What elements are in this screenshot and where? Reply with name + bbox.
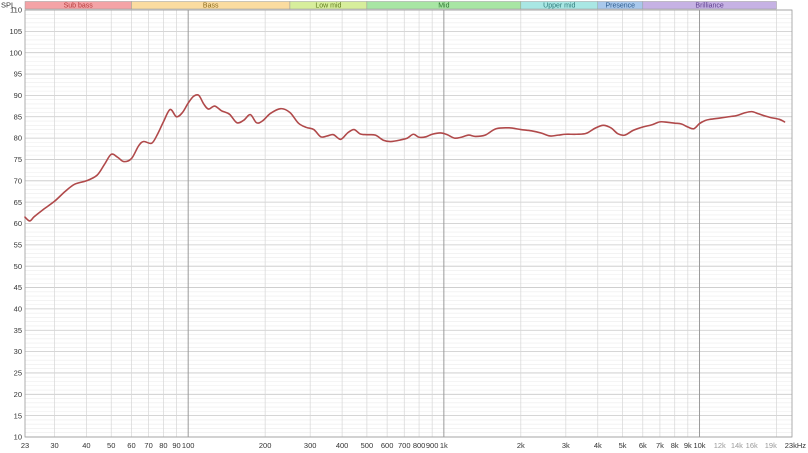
y-tick-label: 75 [14, 155, 22, 164]
x-tick-label: 12k [714, 441, 726, 450]
x-tick-label: 70 [144, 441, 152, 450]
y-tick-label: 95 [14, 70, 22, 79]
y-tick-label: 90 [14, 91, 22, 100]
x-axis-ticks: 23 30 40 50 60 70 80 90 100 200 300 400 500 600 700 800… [21, 441, 806, 450]
band-label: Sub bass [64, 3, 94, 10]
x-tick-label: 500 [361, 441, 374, 450]
x-tick-label: 200 [259, 441, 272, 450]
y-tick-label: 65 [14, 198, 22, 207]
x-tick-label: 10k [693, 441, 705, 450]
x-tick-label: 80 [159, 441, 167, 450]
x-tick-label: 14k [731, 441, 743, 450]
frequency-bands: Sub bass Bass Low mid Mid Upper mid Presence B… [24, 1, 777, 10]
y-tick-label: 40 [14, 305, 22, 314]
y-tick-label: 85 [14, 112, 22, 121]
y-tick-label: 105 [9, 27, 22, 36]
x-tick-label: 23kHz [785, 441, 807, 450]
band-label: Bass [203, 3, 219, 10]
x-tick-label: 50 [107, 441, 115, 450]
band-label: Low mid [315, 3, 341, 10]
x-tick-label: 100 [182, 441, 195, 450]
x-tick-label: 1k [440, 441, 448, 450]
y-tick-label: 60 [14, 219, 22, 228]
x-tick-label: 8k [671, 441, 679, 450]
x-tick-label: 2k [517, 441, 525, 450]
x-tick-label: 6k [639, 441, 647, 450]
y-tick-label: 20 [14, 390, 22, 399]
x-tick-label: 400 [336, 441, 349, 450]
y-tick-label: 30 [14, 347, 22, 356]
y-tick-label: 80 [14, 134, 22, 143]
y-axis-label: SPL [1, 1, 15, 10]
y-tick-label: 35 [14, 326, 22, 335]
band-label: Upper mid [543, 3, 575, 10]
y-tick-label: 50 [14, 262, 22, 271]
x-tick-label: 16k [746, 441, 758, 450]
grid [24, 9, 793, 438]
x-tick-label: 800 [413, 441, 426, 450]
band-label: Brilliance [695, 3, 724, 10]
x-tick-label: 900 [426, 441, 439, 450]
y-tick-label: 100 [9, 48, 22, 57]
y-tick-label: 25 [14, 369, 22, 378]
x-tick-label: 5k [619, 441, 627, 450]
x-tick-label: 4k [594, 441, 602, 450]
x-tick-label: 3k [562, 441, 570, 450]
x-tick-label: 30 [50, 441, 58, 450]
x-tick-label: 600 [381, 441, 394, 450]
y-tick-label: 15 [14, 411, 22, 420]
x-tick-label: 23 [21, 441, 29, 450]
frequency-response-chart: Sub bass Bass Low mid Mid Upper mid Presence B… [1, 1, 806, 451]
x-tick-label: 9k [684, 441, 692, 450]
x-tick-label: 7k [656, 441, 664, 450]
y-axis-ticks: 1015202530354045505560657075808590951001… [9, 6, 22, 442]
x-tick-label: 60 [127, 441, 135, 450]
band-label: Presence [605, 3, 635, 10]
y-tick-label: 55 [14, 240, 22, 249]
x-tick-label: 700 [398, 441, 411, 450]
band-label: Mid [438, 3, 449, 10]
x-tick-label: 19k [765, 441, 777, 450]
x-tick-label: 90 [172, 441, 180, 450]
y-tick-label: 45 [14, 283, 22, 292]
y-tick-label: 70 [14, 176, 22, 185]
x-tick-label: 40 [82, 441, 90, 450]
x-tick-label: 300 [304, 441, 317, 450]
